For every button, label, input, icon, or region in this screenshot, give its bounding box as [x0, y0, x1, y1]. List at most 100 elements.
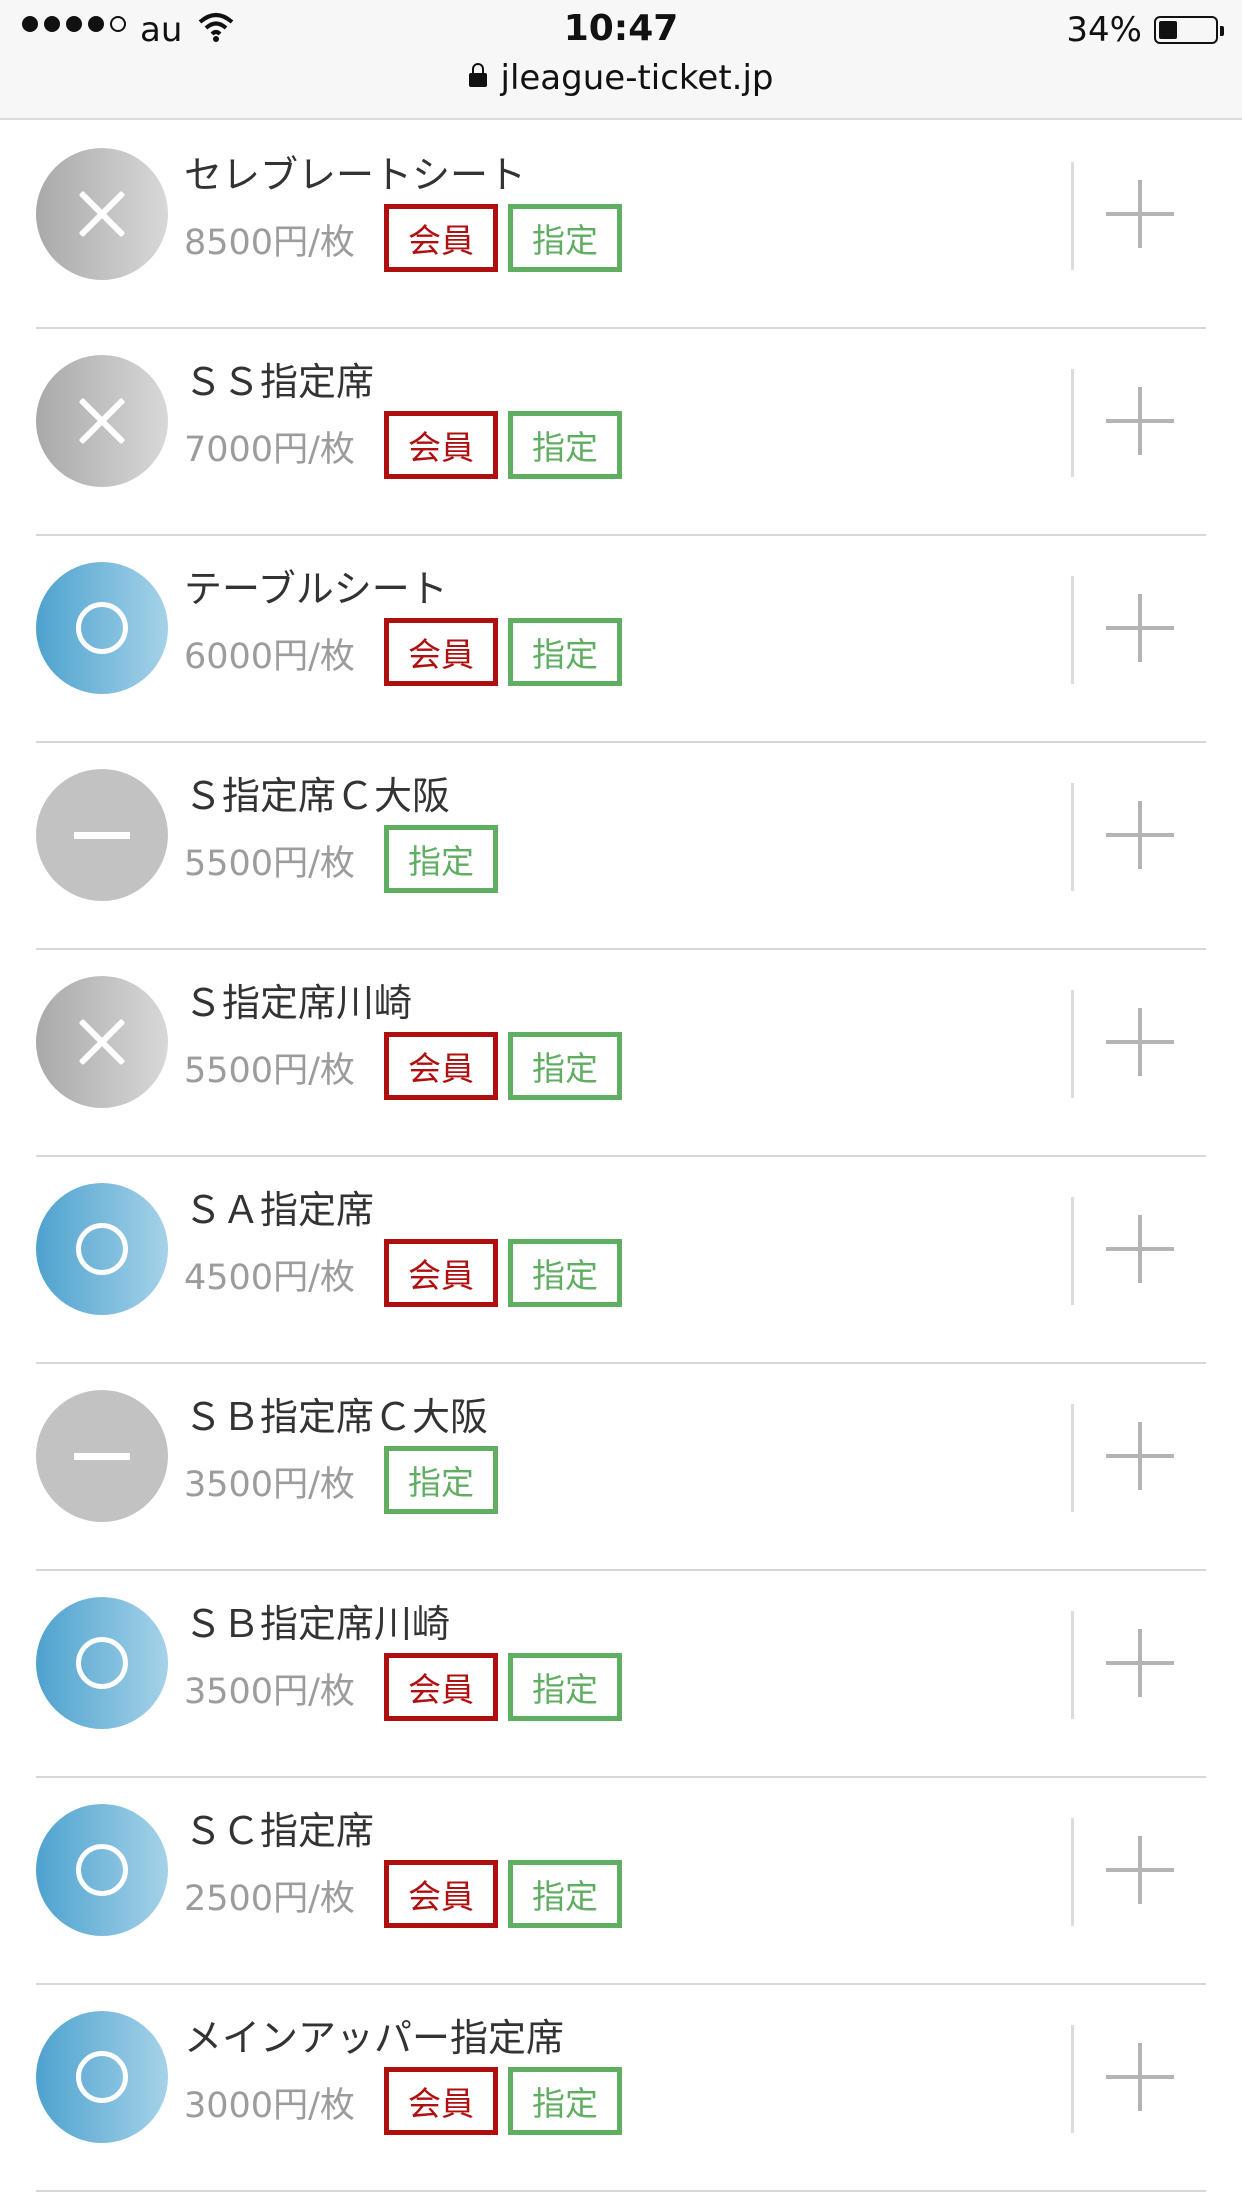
seat-price: 3000円/枚 [184, 2086, 355, 2126]
seat-name: Ｓ指定席Ｃ大阪 [184, 774, 451, 818]
seat-tags: 指定 [384, 825, 498, 893]
reserved-badge: 指定 [508, 204, 622, 272]
seat-price: 7000円/枚 [184, 430, 355, 470]
reserved-badge: 指定 [508, 1860, 622, 1928]
availability-status [36, 1390, 168, 1522]
status-bar: au 10:47 34% jleague-ticket.jp [0, 0, 1242, 120]
seat-row[interactable]: ＳＡ指定席 4500円/枚 会員 指定 [0, 1157, 1242, 1364]
battery-percentage: 34% [1066, 10, 1142, 50]
reserved-badge: 指定 [508, 1239, 622, 1307]
url-bar[interactable]: jleague-ticket.jp [0, 58, 1242, 98]
divider [1071, 576, 1074, 684]
availability-status [36, 1804, 168, 1936]
divider [1071, 990, 1074, 1098]
availability-status [36, 769, 168, 901]
seat-price: 3500円/枚 [184, 1672, 355, 1712]
lock-icon [468, 63, 487, 87]
seat-tags: 会員 指定 [384, 1032, 622, 1100]
member-badge: 会員 [384, 1860, 498, 1928]
member-badge: 会員 [384, 204, 498, 272]
availability-status [36, 355, 168, 487]
seat-price: 3500円/枚 [184, 1465, 355, 1505]
member-badge: 会員 [384, 618, 498, 686]
member-badge: 会員 [384, 1032, 498, 1100]
member-badge: 会員 [384, 1653, 498, 1721]
divider [1071, 1404, 1074, 1512]
seat-price: 5500円/枚 [184, 844, 355, 884]
circle-mark-icon [76, 1637, 128, 1689]
add-ticket-plus-icon[interactable] [1106, 2043, 1174, 2111]
add-ticket-plus-icon[interactable] [1106, 1215, 1174, 1283]
dash-mark-icon [74, 1453, 130, 1460]
seat-tags: 会員 指定 [384, 1239, 622, 1307]
add-ticket-plus-icon[interactable] [1106, 387, 1174, 455]
seat-name: ＳＣ指定席 [184, 1809, 375, 1853]
circle-mark-icon [76, 2051, 128, 2103]
seat-row[interactable]: ＳＣ指定席 2500円/枚 会員 指定 [0, 1778, 1242, 1985]
seat-price: 8500円/枚 [184, 223, 355, 263]
member-badge: 会員 [384, 411, 498, 479]
seat-name: ＳＡ指定席 [184, 1188, 375, 1232]
seat-tags: 会員 指定 [384, 1860, 622, 1928]
seat-row[interactable]: Ｓ指定席川崎 5500円/枚 会員 指定 [0, 950, 1242, 1157]
seat-tags: 会員 指定 [384, 204, 622, 272]
reserved-badge: 指定 [508, 618, 622, 686]
seat-row[interactable]: ＳＢ指定席Ｃ大阪 3500円/枚 指定 [0, 1364, 1242, 1571]
seat-tags: 会員 指定 [384, 618, 622, 686]
seat-name: セレブレートシート [184, 153, 527, 197]
seat-name: テーブルシート [184, 567, 448, 611]
add-ticket-plus-icon[interactable] [1106, 801, 1174, 869]
availability-status [36, 1183, 168, 1315]
add-ticket-plus-icon[interactable] [1106, 1422, 1174, 1490]
member-badge: 会員 [384, 2067, 498, 2135]
availability-status [36, 562, 168, 694]
circle-mark-icon [76, 1223, 128, 1275]
availability-status [36, 1597, 168, 1729]
availability-status [36, 2011, 168, 2143]
divider [1071, 783, 1074, 891]
divider [1071, 162, 1074, 270]
divider [1071, 1611, 1074, 1719]
seat-tags: 指定 [384, 1446, 498, 1514]
divider [1071, 2025, 1074, 2133]
seat-row[interactable]: ＳＢ指定席川崎 3500円/枚 会員 指定 [0, 1571, 1242, 1778]
clock: 10:47 [563, 8, 679, 49]
availability-status [36, 976, 168, 1108]
seat-name: ＳＳ指定席 [184, 360, 375, 404]
divider [1071, 369, 1074, 477]
seat-row[interactable]: Ｓ指定席Ｃ大阪 5500円/枚 指定 [0, 743, 1242, 950]
dash-mark-icon [74, 832, 130, 839]
seat-tags: 会員 指定 [384, 2067, 622, 2135]
reserved-badge: 指定 [508, 2067, 622, 2135]
reserved-badge: 指定 [384, 1446, 498, 1514]
availability-status [36, 148, 168, 280]
seat-name: Ｓ指定席川崎 [184, 981, 413, 1025]
seat-tags: 会員 指定 [384, 411, 622, 479]
seat-name: ＳＢ指定席Ｃ大阪 [184, 1395, 489, 1439]
add-ticket-plus-icon[interactable] [1106, 180, 1174, 248]
seat-price: 6000円/枚 [184, 637, 355, 677]
circle-mark-icon [76, 602, 128, 654]
seat-name: ＳＢ指定席川崎 [184, 1602, 451, 1646]
add-ticket-plus-icon[interactable] [1106, 594, 1174, 662]
seat-price: 5500円/枚 [184, 1051, 355, 1091]
seat-row[interactable]: ＳＳ指定席 7000円/枚 会員 指定 [0, 329, 1242, 536]
seat-price: 4500円/枚 [184, 1258, 355, 1298]
seat-row[interactable]: テーブルシート 6000円/枚 会員 指定 [0, 536, 1242, 743]
divider [1071, 1818, 1074, 1926]
add-ticket-plus-icon[interactable] [1106, 1008, 1174, 1076]
seat-row[interactable]: メインアッパー指定席 3000円/枚 会員 指定 [0, 1985, 1242, 2192]
seat-row[interactable]: セレブレートシート 8500円/枚 会員 指定 [0, 122, 1242, 329]
reserved-badge: 指定 [384, 825, 498, 893]
add-ticket-plus-icon[interactable] [1106, 1836, 1174, 1904]
battery-level [1159, 21, 1177, 39]
seat-tags: 会員 指定 [384, 1653, 622, 1721]
circle-mark-icon [76, 1844, 128, 1896]
seat-name: メインアッパー指定席 [184, 2016, 565, 2060]
divider [1071, 1197, 1074, 1305]
seat-list: セレブレートシート 8500円/枚 会員 指定 ＳＳ指定席 7000円/枚 会員 指定 テーブル… [0, 122, 1242, 2192]
add-ticket-plus-icon[interactable] [1106, 1629, 1174, 1697]
url-text: jleague-ticket.jp [500, 58, 774, 98]
battery-icon [1154, 16, 1224, 44]
reserved-badge: 指定 [508, 1653, 622, 1721]
